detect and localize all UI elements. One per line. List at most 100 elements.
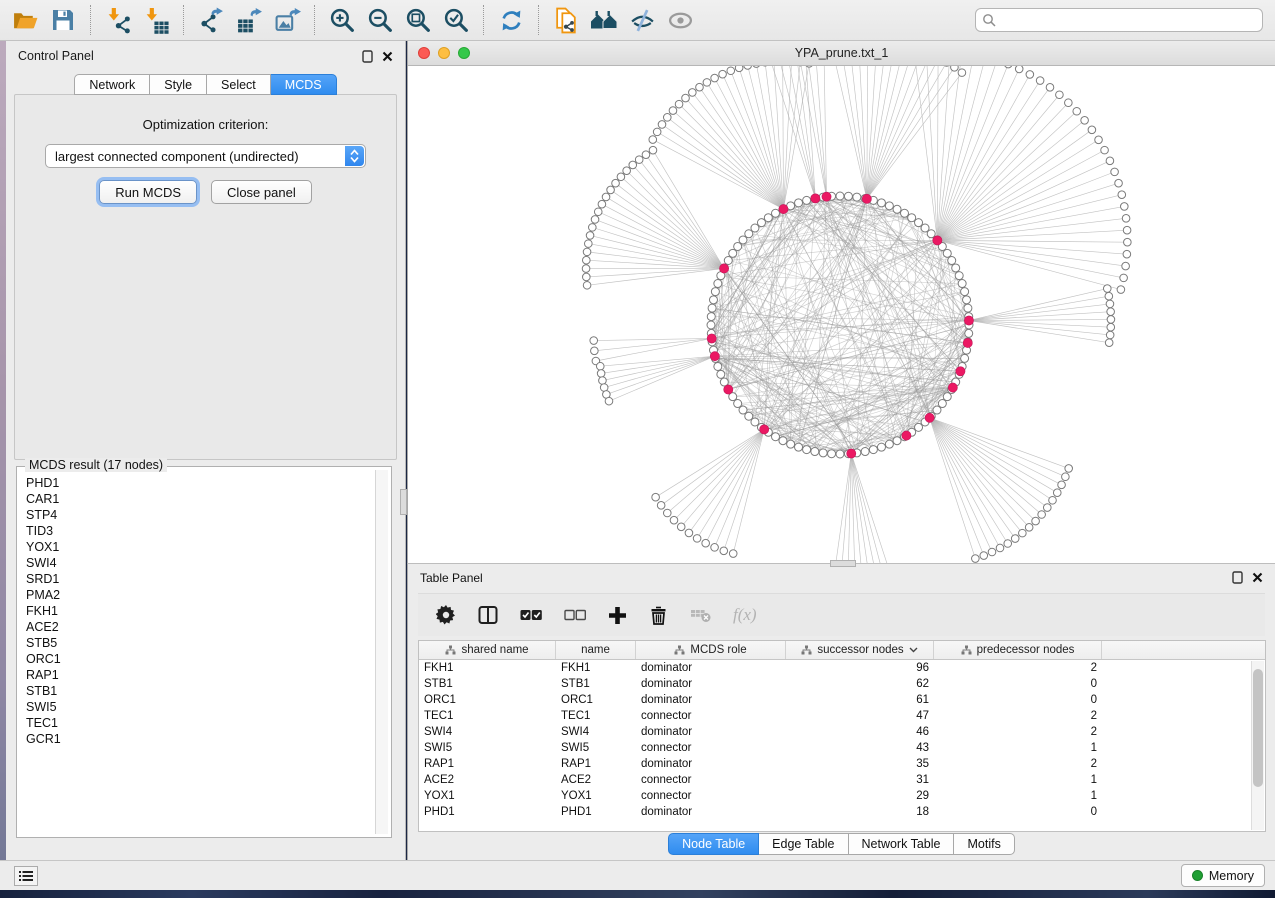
attribute-icon (961, 645, 972, 655)
column-header-successor-nodes[interactable]: successor nodes (786, 641, 934, 659)
mcds-result-item[interactable]: PMA2 (26, 587, 375, 603)
run-mcds-button[interactable]: Run MCDS (99, 180, 197, 204)
export-image-button[interactable] (272, 5, 302, 35)
table-row[interactable]: RAP1RAP1dominator352 (419, 756, 1265, 772)
hide-selected-button[interactable] (627, 5, 657, 35)
import-network-button[interactable] (103, 5, 133, 35)
select-all-columns-button[interactable] (520, 608, 542, 622)
mcds-result-item[interactable]: YOX1 (26, 539, 375, 555)
table-row[interactable]: SWI4SWI4dominator462 (419, 724, 1265, 740)
cell-shared-name: SWI5 (419, 742, 556, 754)
tab-motifs[interactable]: Motifs (954, 833, 1014, 855)
tab-network-table[interactable]: Network Table (849, 833, 955, 855)
tab-style[interactable]: Style (150, 74, 207, 95)
mcds-result-item[interactable]: TID3 (26, 523, 375, 539)
table-scrollbar-thumb[interactable] (1253, 669, 1263, 787)
mcds-result-item[interactable]: ACE2 (26, 619, 375, 635)
zoom-in-button[interactable] (327, 5, 357, 35)
table-row[interactable]: YOX1YOX1connector291 (419, 788, 1265, 804)
tab-select[interactable]: Select (207, 74, 271, 95)
table-settings-button[interactable] (436, 605, 456, 625)
task-history-button[interactable] (14, 866, 38, 886)
export-network-button[interactable] (196, 5, 226, 35)
attribute-icon (801, 645, 812, 655)
criterion-select[interactable]: largest connected component (undirected) (45, 144, 366, 168)
zoom-in-icon (329, 7, 356, 34)
tab-node-table[interactable]: Node Table (668, 833, 759, 855)
clone-network-button[interactable] (551, 5, 581, 35)
export-table-button[interactable] (234, 5, 264, 35)
cell-shared-name: YOX1 (419, 790, 556, 802)
node-table[interactable]: shared name name MCDS role successor nod… (418, 640, 1266, 832)
table-row[interactable]: SWI5SWI5connector431 (419, 740, 1265, 756)
tab-edge-table[interactable]: Edge Table (759, 833, 848, 855)
mcds-result-item[interactable]: TEC1 (26, 715, 375, 731)
zoom-selected-button[interactable] (441, 5, 471, 35)
deselect-all-columns-button[interactable] (564, 608, 586, 622)
mcds-list-scrollbar[interactable] (375, 470, 388, 834)
mcds-result-item[interactable]: CAR1 (26, 491, 375, 507)
zoom-fit-button[interactable] (403, 5, 433, 35)
table-row[interactable]: ORC1ORC1dominator610 (419, 692, 1265, 708)
table-panel-titlebar: Table Panel (408, 564, 1275, 591)
mcds-result-item[interactable]: STP4 (26, 507, 375, 523)
mcds-result-item[interactable]: GCR1 (26, 731, 375, 747)
cell-successors: 31 (786, 774, 934, 786)
table-row[interactable]: ACE2ACE2connector311 (419, 772, 1265, 788)
export-table-icon (236, 7, 263, 34)
network-canvas[interactable] (408, 66, 1275, 563)
mcds-result-item[interactable]: FKH1 (26, 603, 375, 619)
control-panel-title: Control Panel (18, 49, 94, 63)
close-panel-button[interactable]: Close panel (211, 180, 312, 204)
column-header-name[interactable]: name (556, 641, 636, 659)
show-all-networks-button[interactable] (589, 5, 619, 35)
mcds-result-item[interactable]: STB1 (26, 683, 375, 699)
cell-name: YOX1 (556, 790, 636, 802)
memory-button[interactable]: Memory (1181, 864, 1265, 887)
show-hidden-button[interactable] (665, 5, 695, 35)
save-session-button[interactable] (48, 5, 78, 35)
open-file-button[interactable] (10, 5, 40, 35)
mcds-result-box: MCDS result (17 nodes) PHD1 CAR1 STP4 TI… (16, 466, 392, 838)
mcds-result-item[interactable]: SRD1 (26, 571, 375, 587)
float-panel-icon[interactable] (1232, 571, 1243, 584)
delete-column-button[interactable] (649, 605, 668, 625)
mcds-result-item[interactable]: SWI5 (26, 699, 375, 715)
mcds-result-list[interactable]: PHD1 CAR1 STP4 TID3 YOX1 SWI4 SRD1 PMA2 … (20, 470, 375, 834)
eye-slash-icon (629, 7, 656, 34)
tab-network[interactable]: Network (74, 74, 150, 95)
table-row[interactable]: STB1STB1dominator620 (419, 676, 1265, 692)
network-window-titlebar[interactable]: YPA_prune.txt_1 (408, 41, 1275, 66)
close-panel-icon[interactable] (1252, 572, 1263, 583)
mcds-result-item[interactable]: STB5 (26, 635, 375, 651)
delete-table-button-disabled (690, 607, 711, 623)
column-header-mcds-role[interactable]: MCDS role (636, 641, 786, 659)
import-network-icon (105, 7, 132, 34)
import-table-button[interactable] (141, 5, 171, 35)
close-panel-icon[interactable] (382, 51, 393, 62)
column-label: predecessor nodes (977, 644, 1075, 656)
float-panel-icon[interactable] (362, 50, 373, 63)
mcds-result-item[interactable]: ORC1 (26, 651, 375, 667)
cell-successors: 18 (786, 806, 934, 818)
toggle-column-panel-button[interactable] (478, 605, 498, 625)
column-header-predecessor-nodes[interactable]: predecessor nodes (934, 641, 1102, 659)
search-input[interactable] (975, 8, 1263, 32)
zoom-fit-icon (405, 7, 432, 34)
table-row[interactable]: PHD1PHD1dominator180 (419, 804, 1265, 820)
column-label: name (581, 644, 610, 656)
mcds-result-item[interactable]: RAP1 (26, 667, 375, 683)
horizontal-splitter-handle[interactable] (830, 560, 856, 567)
mcds-result-item[interactable]: PHD1 (26, 475, 375, 491)
mcds-result-item[interactable]: SWI4 (26, 555, 375, 571)
tab-mcds[interactable]: MCDS (271, 74, 337, 95)
table-scrollbar[interactable] (1251, 661, 1264, 830)
zoom-out-button[interactable] (365, 5, 395, 35)
vertical-splitter-handle[interactable] (400, 489, 407, 515)
create-column-button[interactable] (608, 606, 627, 625)
column-header-shared-name[interactable]: shared name (419, 641, 556, 659)
refresh-button[interactable] (496, 5, 526, 35)
table-row[interactable]: FKH1FKH1dominator962 (419, 660, 1265, 676)
search-icon (982, 13, 996, 27)
table-row[interactable]: TEC1TEC1connector472 (419, 708, 1265, 724)
